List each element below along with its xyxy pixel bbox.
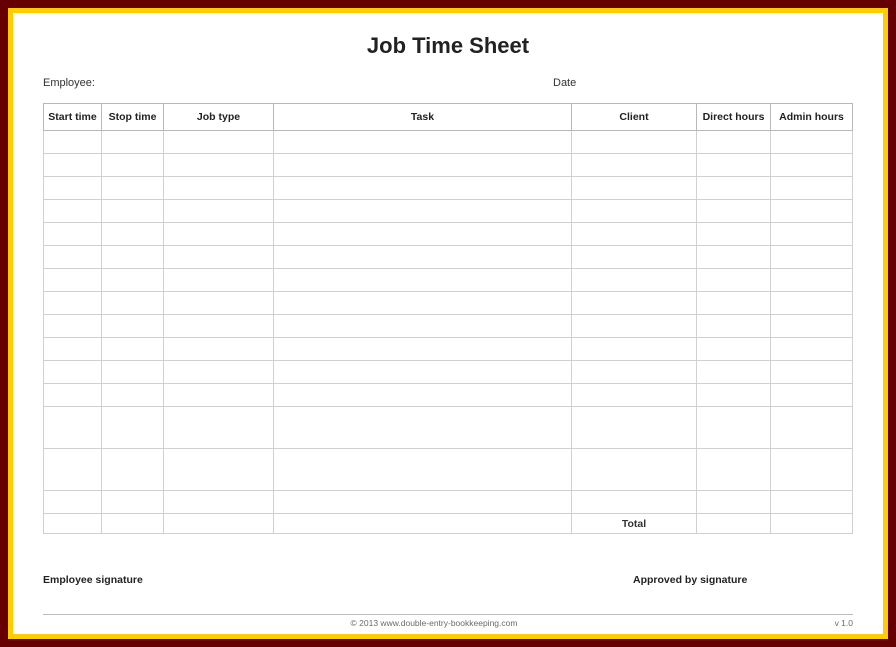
total-label: Total: [572, 514, 697, 534]
table-row: [44, 361, 853, 384]
table-row: [44, 338, 853, 361]
table-row: [44, 246, 853, 269]
footer-version: v 1.0: [825, 618, 853, 628]
page-title: Job Time Sheet: [43, 33, 853, 59]
header-stop-time: Stop time: [102, 104, 164, 131]
header-direct-hours: Direct hours: [697, 104, 771, 131]
table-row: [44, 269, 853, 292]
timesheet-page: Job Time Sheet Employee: Date Start time…: [13, 13, 883, 634]
table-row: [44, 200, 853, 223]
table-row: [44, 315, 853, 338]
meta-row: Employee: Date: [43, 77, 853, 89]
header-start-time: Start time: [44, 104, 102, 131]
table-row: [44, 384, 853, 407]
document-frame: Job Time Sheet Employee: Date Start time…: [8, 8, 888, 639]
approved-signature-label: Approved by signature: [633, 574, 853, 586]
header-admin-hours: Admin hours: [771, 104, 853, 131]
table-row: [44, 292, 853, 315]
table-row: [44, 223, 853, 246]
table-row: [44, 154, 853, 177]
signature-row: Employee signature Approved by signature: [43, 574, 853, 586]
header-task: Task: [274, 104, 572, 131]
header-client: Client: [572, 104, 697, 131]
table-row: [44, 131, 853, 154]
employee-label: Employee:: [43, 77, 553, 89]
employee-signature-label: Employee signature: [43, 574, 633, 586]
date-label: Date: [553, 77, 853, 89]
table-row: [44, 177, 853, 200]
footer-copyright: © 2013 www.double-entry-bookkeeping.com: [43, 618, 825, 628]
total-row: Total: [44, 514, 853, 534]
table-row: [44, 491, 853, 514]
table-row: [44, 449, 853, 491]
page-footer: © 2013 www.double-entry-bookkeeping.com …: [43, 614, 853, 628]
total-direct-hours: [697, 514, 771, 534]
total-admin-hours: [771, 514, 853, 534]
timesheet-table: Start time Stop time Job type Task Clien…: [43, 103, 853, 534]
table-header-row: Start time Stop time Job type Task Clien…: [44, 104, 853, 131]
table-row: [44, 407, 853, 449]
header-job-type: Job type: [164, 104, 274, 131]
